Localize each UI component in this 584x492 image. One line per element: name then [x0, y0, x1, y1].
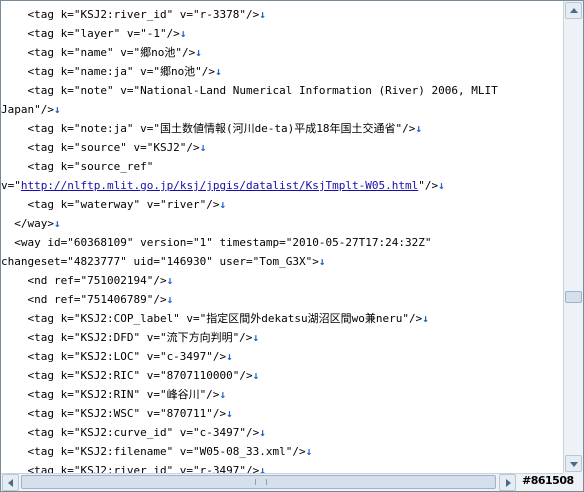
arrow-right-icon[interactable]	[499, 474, 516, 491]
newline-icon: ↓	[219, 388, 227, 401]
code-line: <tag k="KSJ2:COP_label" v="指定区間外dekatsu湖…	[1, 309, 563, 328]
code-line-text: <tag k="KSJ2:filename" v="W05-08_33.xml"…	[1, 445, 306, 458]
newline-icon: ↓	[422, 312, 429, 325]
source-url-link[interactable]: http://nlftp.mlit.go.jp/ksj/jpgis/datali…	[21, 179, 418, 192]
code-line-text: <tag k="note:ja" v="国土数値情報(河川de-ta)平成18年…	[1, 122, 416, 135]
code-line-text: <way id="60368109" version="1" timestamp…	[1, 236, 432, 249]
code-line: <tag k="KSJ2:DFD" v="流下方向判明"/>↓	[1, 328, 563, 347]
newline-icon: ↓	[195, 46, 202, 59]
code-line: <nd ref="751406789"/>↓	[1, 290, 563, 309]
horizontal-scroll-thumb[interactable]	[21, 475, 496, 489]
code-line-text: <tag k="KSJ2:LOC" v="c-3497"/>	[1, 350, 227, 363]
newline-icon: ↓	[215, 65, 222, 78]
code-line-text: </way>	[1, 217, 54, 230]
code-line-suffix: "/>	[418, 179, 439, 192]
code-line: <tag k="KSJ2:filename" v="W05-08_33.xml"…	[1, 442, 563, 461]
code-line-text: <tag k="KSJ2:RIC" v="8707110000"/>	[1, 369, 253, 382]
arrow-down-icon[interactable]	[565, 455, 582, 472]
code-line-text: <tag k="KSJ2:river_id" v="r-3497"/>	[1, 464, 260, 473]
newline-icon: ↓	[219, 198, 227, 211]
newline-icon: ↓	[166, 274, 174, 287]
code-line-text: <tag k="source_ref"	[1, 160, 154, 173]
code-line-text: <tag k="KSJ2:COP_label" v="指定区間外dekatsu湖…	[1, 312, 423, 325]
code-line: <tag k="KSJ2:river_id" v="r-3497"/>↓	[1, 461, 563, 473]
code-line-text: <nd ref="751002194"/>	[1, 274, 167, 287]
code-line: <tag k="KSJ2:WSC" v="870711"/>↓	[1, 404, 563, 423]
xml-text-area[interactable]: <tag k="KSJ2:river_id" v="r-3378"/>↓ <ta…	[1, 1, 563, 473]
code-line: <tag k="KSJ2:curve_id" v="c-3497"/>↓	[1, 423, 563, 442]
code-line-text: <tag k="KSJ2:RIN" v="峰谷川"/>	[1, 388, 220, 401]
newline-icon: ↓	[318, 255, 326, 268]
vertical-scrollbar[interactable]	[563, 1, 583, 473]
watermark-text: #861508	[522, 474, 574, 487]
code-line: </way>↓	[1, 214, 563, 233]
arrow-up-icon[interactable]	[565, 2, 582, 19]
newline-icon: ↓	[179, 27, 187, 40]
code-line: <tag k="KSJ2:river_id" v="r-3378"/>↓	[1, 5, 563, 24]
code-line: <tag k="name" v="郷no池"/>↓	[1, 43, 563, 62]
code-line-text: <tag k="KSJ2:DFD" v="流下方向判明"/>	[1, 331, 253, 344]
vertical-scroll-thumb[interactable]	[565, 291, 582, 303]
code-line-text: changeset="4823777" uid="146930" user="T…	[1, 255, 319, 268]
code-line-text: <tag k="layer" v="-1"/>	[1, 27, 180, 40]
code-line: <tag k="KSJ2:LOC" v="c-3497"/>↓	[1, 347, 563, 366]
code-line: Japan"/>↓	[1, 100, 563, 119]
newline-icon: ↓	[226, 350, 233, 363]
newline-icon: ↓	[259, 464, 266, 473]
code-line: <tag k="note:ja" v="国土数値情報(河川de-ta)平成18年…	[1, 119, 563, 138]
newline-icon: ↓	[259, 426, 266, 439]
code-line-text: <tag k="note" v="National-Land Numerical…	[1, 84, 498, 97]
code-line: <tag k="waterway" v="river"/>↓	[1, 195, 563, 214]
code-line-text: Japan"/>	[1, 103, 54, 116]
arrow-left-icon[interactable]	[2, 474, 19, 491]
text-viewer-window: <tag k="KSJ2:river_id" v="r-3378"/>↓ <ta…	[0, 0, 584, 492]
code-line-text: <tag k="KSJ2:WSC" v="870711"/>	[1, 407, 227, 420]
code-line: <tag k="layer" v="-1"/>↓	[1, 24, 563, 43]
grip-icon	[255, 479, 267, 485]
newline-icon: ↓	[252, 369, 260, 382]
code-line-text: <tag k="name" v="郷no池"/>	[1, 46, 196, 59]
newline-icon: ↓	[53, 103, 61, 116]
code-line: <tag k="source" v="KSJ2"/>↓	[1, 138, 563, 157]
code-line: <way id="60368109" version="1" timestamp…	[1, 233, 563, 252]
code-line-text: <tag k="KSJ2:curve_id" v="c-3497"/>	[1, 426, 260, 439]
code-line-text: <tag k="waterway" v="river"/>	[1, 198, 220, 211]
code-line: v="http://nlftp.mlit.go.jp/ksj/jpgis/dat…	[1, 176, 563, 195]
code-line: <tag k="note" v="National-Land Numerical…	[1, 81, 563, 100]
code-line: <tag k="name:ja" v="郷no池"/>↓	[1, 62, 563, 81]
code-line: changeset="4823777" uid="146930" user="T…	[1, 252, 563, 271]
code-line-text: <tag k="source" v="KSJ2"/>	[1, 141, 200, 154]
newline-icon: ↓	[199, 141, 207, 154]
newline-icon: ↓	[415, 122, 423, 135]
code-line-text: <tag k="name:ja" v="郷no池"/>	[1, 65, 216, 78]
horizontal-scrollbar[interactable]	[1, 473, 563, 491]
code-line: <tag k="KSJ2:RIC" v="8707110000"/>↓	[1, 366, 563, 385]
newline-icon: ↓	[438, 179, 445, 192]
newline-icon: ↓	[259, 8, 266, 21]
newline-icon: ↓	[305, 445, 313, 458]
code-line: <nd ref="751002194"/>↓	[1, 271, 563, 290]
newline-icon: ↓	[226, 407, 233, 420]
code-line: <tag k="source_ref"	[1, 157, 563, 176]
code-line-text: v="	[1, 179, 21, 192]
newline-icon: ↓	[53, 217, 61, 230]
code-line-text: <nd ref="751406789"/>	[1, 293, 167, 306]
xml-code-lines: <tag k="KSJ2:river_id" v="r-3378"/>↓ <ta…	[1, 1, 563, 473]
newline-icon: ↓	[252, 331, 260, 344]
newline-icon: ↓	[166, 293, 174, 306]
code-line-text: <tag k="KSJ2:river_id" v="r-3378"/>	[1, 8, 260, 21]
code-line: <tag k="KSJ2:RIN" v="峰谷川"/>↓	[1, 385, 563, 404]
